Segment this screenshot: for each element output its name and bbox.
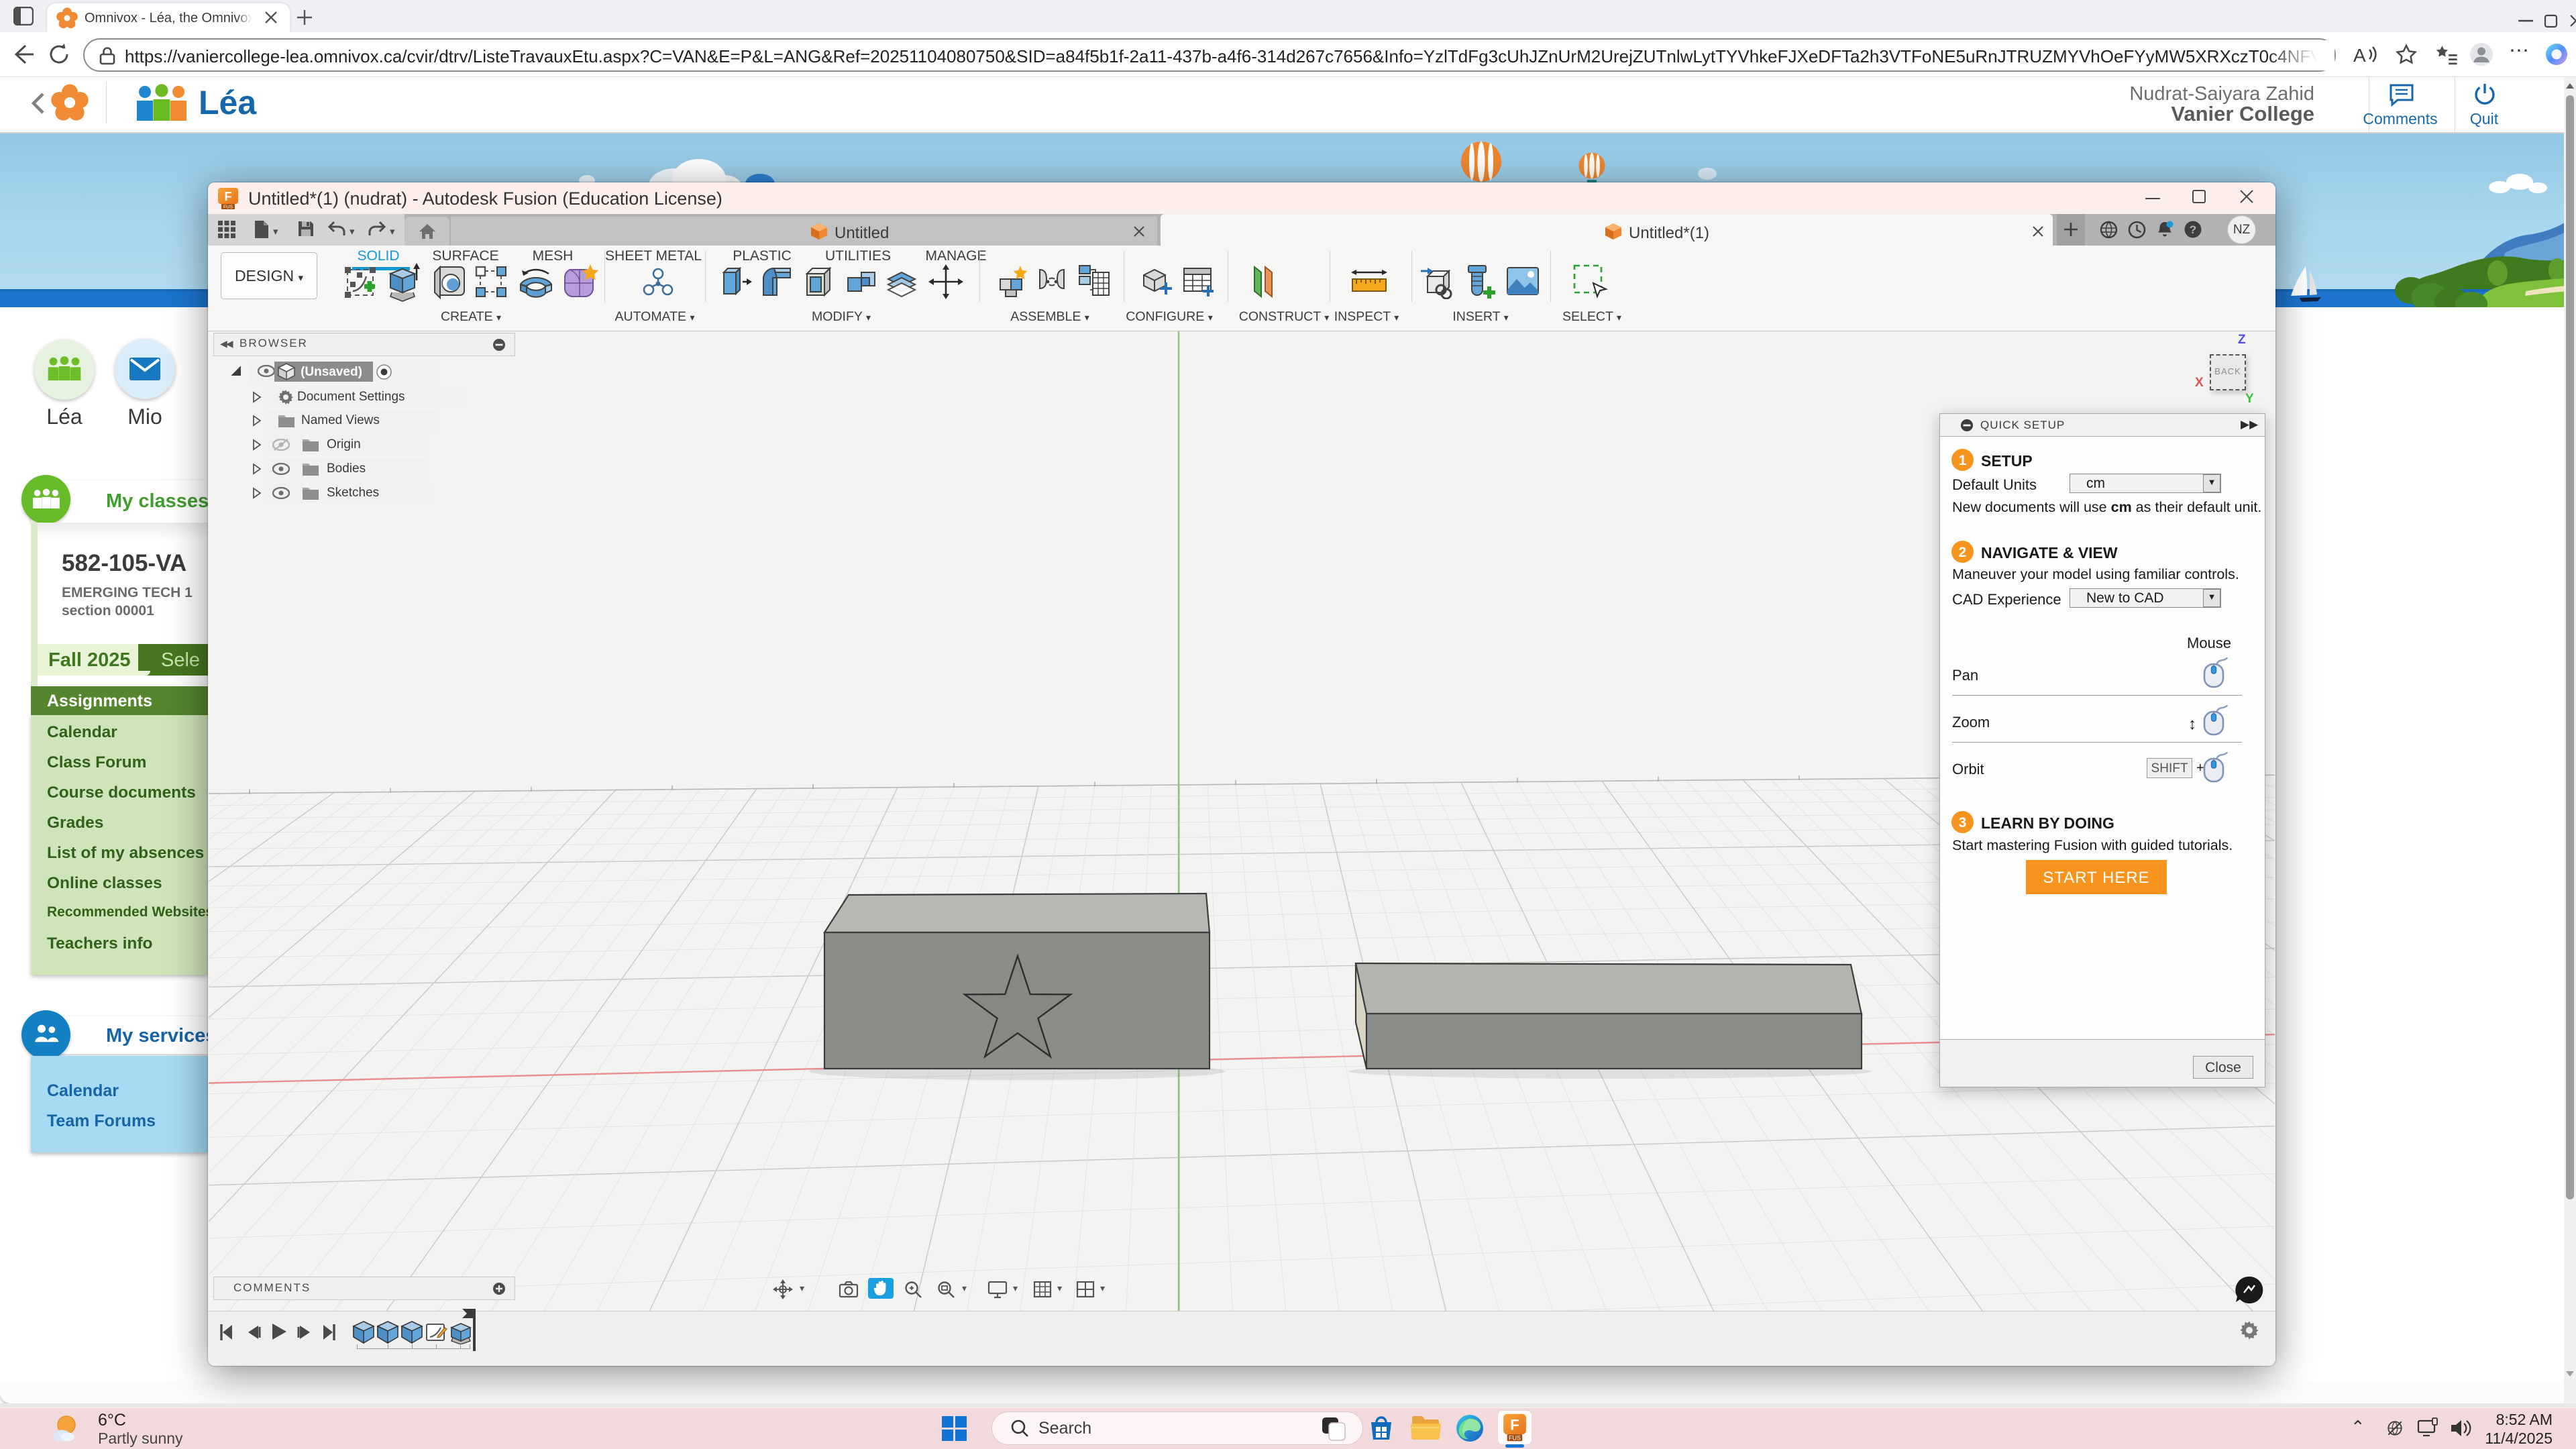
svg-text:?: ? — [2190, 223, 2196, 236]
svg-text:A: A — [2353, 45, 2366, 66]
svg-text:F: F — [1510, 1416, 1519, 1433]
svg-text:FUS: FUS — [1509, 1435, 1521, 1442]
svg-text:FUS: FUS — [223, 205, 233, 210]
svg-text:F: F — [225, 190, 232, 203]
